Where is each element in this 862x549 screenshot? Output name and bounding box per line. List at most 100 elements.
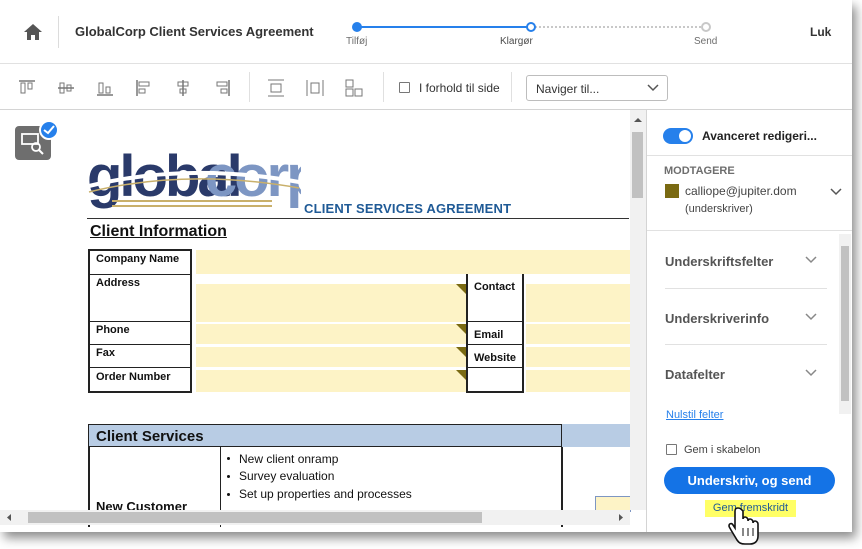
alignment-toolbar: I forhold til side Naviger til... [0, 64, 852, 110]
align-middle-icon[interactable] [56, 78, 76, 98]
title-rule [87, 218, 629, 219]
app-header: GlobalCorp Client Services Agreement Til… [0, 0, 852, 64]
scroll-right-icon[interactable] [614, 510, 628, 525]
chevron-down-icon [647, 84, 659, 92]
toolbar-divider [383, 72, 384, 102]
recipient-color-swatch [665, 184, 679, 198]
client-information-heading: Client Information [90, 223, 227, 240]
distribute-horizontal-icon[interactable] [305, 78, 325, 98]
toggle-knob [679, 130, 691, 142]
reset-fields-link[interactable]: Nulstil felter [666, 409, 723, 421]
email-label: Email [474, 329, 504, 341]
match-size-icon[interactable] [344, 78, 364, 98]
scroll-up-icon[interactable] [630, 113, 646, 127]
chevron-down-icon[interactable] [805, 256, 817, 264]
right-panel: Avanceret redigeri... MODTAGERE calliope… [646, 110, 852, 532]
step-prepare-label[interactable]: Klargør [500, 36, 533, 47]
panel-divider [647, 155, 852, 156]
client-services-header-extension [562, 424, 631, 447]
table-border [88, 344, 192, 345]
company-name-label: Company Name [96, 253, 180, 265]
chevron-down-icon[interactable] [830, 188, 842, 196]
header-divider [58, 16, 59, 48]
table-border [522, 274, 524, 393]
service-item: Survey evaluation [239, 469, 335, 483]
panel-scroll-thumb[interactable] [841, 246, 849, 401]
phone-label: Phone [96, 324, 130, 336]
hand-pointer-icon [728, 507, 759, 545]
data-fields-section[interactable]: Datafelter [665, 367, 725, 382]
advanced-editing-label: Avanceret redigeri... [702, 129, 817, 143]
table-border [88, 274, 192, 275]
table-border [88, 249, 192, 251]
signature-fields-section[interactable]: Underskriftsfelter [665, 254, 773, 269]
company-name-field[interactable] [196, 250, 631, 274]
step-send-label[interactable]: Send [694, 36, 717, 47]
email-field[interactable] [526, 324, 631, 344]
step-prepare-dot[interactable] [526, 22, 536, 32]
navigate-dropdown-value: Naviger til... [536, 82, 600, 96]
document-canvas[interactable]: global corp CLIENT SERVICES AGREEMENT Cl… [0, 110, 646, 527]
step-add-label[interactable]: Tilføj [346, 36, 367, 47]
align-left-icon[interactable] [134, 78, 154, 98]
recipients-heading: MODTAGERE [664, 165, 735, 177]
progress-line-pending [531, 26, 705, 28]
vertical-scroll-thumb[interactable] [632, 132, 643, 198]
address-label: Address [96, 277, 141, 289]
recipient-role: (underskriver) [685, 203, 753, 215]
required-marker [456, 370, 466, 380]
order-extra-field[interactable] [526, 370, 631, 392]
table-border [466, 344, 524, 345]
proportion-checkbox[interactable] [399, 82, 410, 93]
table-border [466, 321, 524, 322]
order-number-label: Order Number [96, 371, 171, 383]
recipient-email[interactable]: calliope@jupiter.dom [685, 184, 797, 198]
chevron-down-icon[interactable] [805, 313, 817, 321]
align-bottom-icon[interactable] [95, 78, 115, 98]
contact-field[interactable] [526, 284, 631, 322]
required-marker [456, 324, 466, 334]
service-item: Set up properties and processes [239, 487, 412, 501]
section-divider [665, 288, 827, 289]
agreement-title: CLIENT SERVICES AGREEMENT [304, 201, 512, 216]
sign-and-send-button[interactable]: Underskriv, og send [664, 467, 835, 494]
panel-divider [647, 230, 852, 231]
navigate-dropdown[interactable]: Naviger til... [526, 75, 668, 101]
horizontal-scroll-thumb[interactable] [28, 512, 482, 523]
panel-scrollbar[interactable] [839, 234, 851, 414]
advanced-editing-toggle[interactable] [663, 128, 693, 144]
website-field[interactable] [526, 347, 631, 367]
app-window: GlobalCorp Client Services Agreement Til… [0, 0, 852, 532]
align-top-icon[interactable] [17, 78, 37, 98]
align-right-icon[interactable] [212, 78, 232, 98]
bullet-icon [227, 493, 230, 496]
toolbar-divider [511, 72, 512, 102]
align-center-icon[interactable] [173, 78, 193, 98]
table-border [466, 274, 468, 393]
address-field[interactable] [196, 284, 466, 322]
save-template-checkbox[interactable] [666, 444, 677, 455]
step-send-dot[interactable] [701, 22, 711, 32]
client-services-header: Client Services [88, 424, 562, 447]
document-horizontal-scrollbar[interactable] [0, 510, 630, 525]
chevron-down-icon[interactable] [805, 369, 817, 377]
table-border [88, 391, 192, 393]
signer-info-section[interactable]: Underskriverinfo [665, 311, 769, 326]
proportion-label: I forhold til side [419, 81, 500, 95]
step-add-dot[interactable] [352, 22, 362, 32]
scroll-left-icon[interactable] [3, 510, 17, 525]
close-button[interactable]: Luk [810, 25, 831, 39]
progress-line-complete [357, 26, 531, 28]
contact-label: Contact [474, 281, 515, 293]
document-vertical-scrollbar[interactable] [630, 110, 646, 510]
fax-label: Fax [96, 347, 115, 359]
phone-field[interactable] [196, 324, 466, 344]
table-border [88, 321, 192, 322]
table-border [88, 367, 192, 368]
home-icon[interactable] [22, 21, 44, 43]
fax-field[interactable] [196, 347, 466, 367]
distribute-vertical-icon[interactable] [266, 78, 286, 98]
order-number-field[interactable] [196, 370, 466, 392]
save-template-label: Gem i skabelon [684, 444, 761, 456]
website-label: Website [474, 352, 516, 364]
